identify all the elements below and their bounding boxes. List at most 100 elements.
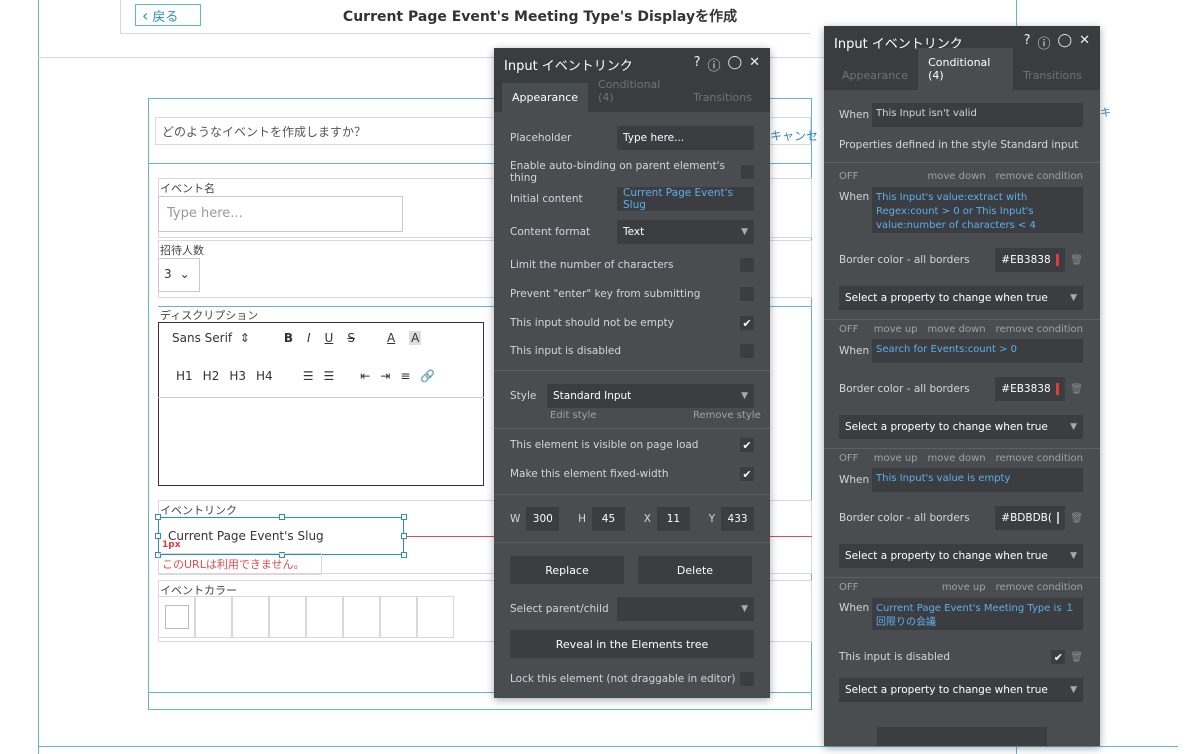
resize-handle-br[interactable] (401, 552, 407, 558)
move-up-link[interactable]: move up (874, 324, 918, 335)
property-select[interactable]: Select a property to change when true ▼ (839, 678, 1083, 702)
tab-appearance[interactable]: Appearance (502, 83, 589, 112)
close-icon[interactable]: ✕ (749, 55, 760, 74)
cancel-link[interactable]: キャンセ (770, 127, 818, 144)
reveal-elements-button[interactable]: Reveal in the Elements tree (510, 630, 754, 658)
condition-expression[interactable]: This Input's value:extract with Regex:co… (872, 187, 1083, 233)
comment-icon[interactable]: ◯ (728, 55, 743, 74)
disabled-checkbox[interactable] (740, 344, 754, 358)
not-empty-checkbox[interactable]: ✔ (740, 316, 754, 330)
tab-conditional[interactable]: Conditional (4) (918, 48, 1014, 90)
condition-expression[interactable]: This Input's value is empty (872, 468, 1083, 492)
move-down-link[interactable]: move down (928, 171, 986, 182)
input-disabled-checkbox[interactable]: ✔ (1051, 650, 1066, 664)
cancel-link-2[interactable]: キ (1100, 104, 1111, 120)
event-link-input[interactable]: Current Page Event's Slug (158, 517, 404, 555)
close-icon[interactable]: ✕ (1079, 33, 1090, 52)
property-select[interactable]: Select a property to change when true ▼ (839, 544, 1083, 568)
height-input[interactable]: 45 (592, 507, 625, 531)
comment-icon[interactable]: ◯ (1058, 33, 1073, 52)
autobind-checkbox[interactable] (740, 165, 754, 179)
replace-button[interactable]: Replace (510, 556, 624, 584)
limit-chars-checkbox[interactable] (740, 258, 754, 272)
visible-checkbox[interactable]: ✔ (740, 438, 754, 452)
tab-transitions[interactable]: Transitions (683, 83, 762, 112)
background-color-button[interactable]: A (409, 331, 422, 345)
underline-button[interactable]: U (325, 331, 334, 345)
info-icon[interactable]: ⓘ (708, 55, 721, 74)
bold-button[interactable]: B (284, 331, 293, 345)
indent-icon[interactable]: ⇥ (380, 369, 390, 383)
conditional-panel[interactable]: Input イベントリンク ? ⓘ ◯ ✕ Appearance Conditi… (824, 26, 1100, 746)
resize-handle-mr[interactable] (401, 533, 407, 539)
trash-icon[interactable]: 🗑 (1070, 652, 1083, 663)
color-swatch[interactable] (380, 596, 417, 638)
trash-icon[interactable]: 🗑 (1070, 255, 1083, 266)
resize-handle-tc[interactable] (279, 514, 285, 520)
condition-expression[interactable]: Search for Events:count > 0 (872, 339, 1083, 363)
width-input[interactable]: 300 (526, 507, 560, 531)
strike-button[interactable]: S (347, 331, 355, 345)
link-icon[interactable]: 🔗 (420, 369, 435, 383)
rich-text-editor[interactable] (158, 322, 484, 486)
color-input[interactable]: #EB3838 (995, 248, 1066, 272)
h2-button[interactable]: H2 (203, 369, 220, 383)
condition-expression[interactable]: This Input isn't valid (872, 103, 1083, 127)
color-input[interactable]: #EB3838 (995, 377, 1066, 401)
back-button[interactable]: ‹ 戻る (135, 4, 201, 26)
x-input[interactable]: 11 (657, 507, 690, 531)
select-parent-select[interactable]: ▼ (617, 597, 754, 621)
remove-condition-link[interactable]: remove condition (996, 582, 1083, 593)
info-icon[interactable]: ⓘ (1038, 33, 1051, 52)
move-up-link[interactable]: move up (942, 582, 986, 593)
trash-icon[interactable]: 🗑 (1070, 384, 1083, 395)
property-select[interactable]: Select a property to change when true ▼ (839, 415, 1083, 439)
h4-button[interactable]: H4 (256, 369, 273, 383)
tab-transitions[interactable]: Transitions (1013, 61, 1092, 90)
italic-button[interactable]: I (307, 331, 311, 345)
move-up-link[interactable]: move up (874, 453, 918, 464)
color-input[interactable]: #BDBDB( (995, 506, 1066, 530)
placeholder-input[interactable]: Type here... (617, 126, 754, 150)
resize-handle-tl[interactable] (155, 514, 161, 520)
fixed-width-checkbox[interactable]: ✔ (740, 467, 754, 481)
property-editor-panel[interactable]: Input イベントリンク ? ⓘ ◯ ✕ Appearance Conditi… (494, 48, 770, 698)
color-swatch[interactable] (232, 596, 269, 638)
event-name-input[interactable]: Type here... (158, 196, 403, 232)
resize-handle-tr[interactable] (401, 514, 407, 520)
delete-button[interactable]: Delete (638, 556, 752, 584)
guest-count-select[interactable]: 3 ⌄ (158, 258, 200, 292)
color-swatch[interactable] (343, 596, 380, 638)
ordered-list-icon[interactable]: ☰ (303, 369, 314, 383)
help-icon[interactable]: ? (1024, 33, 1031, 52)
move-down-link[interactable]: move down (928, 453, 986, 464)
remove-style-link[interactable]: Remove style (693, 410, 761, 421)
outdent-icon[interactable]: ⇤ (360, 369, 370, 383)
content-format-select[interactable]: Text ▼ (617, 220, 754, 244)
h3-button[interactable]: H3 (229, 369, 246, 383)
remove-condition-link[interactable]: remove condition (996, 453, 1083, 464)
property-select[interactable]: Select a property to change when true ▼ (839, 286, 1083, 310)
condition-expression[interactable]: Current Page Event's Meeting Type is １回限… (872, 598, 1083, 630)
remove-condition-link[interactable]: remove condition (996, 171, 1083, 182)
prevent-enter-checkbox[interactable] (740, 287, 754, 301)
text-color-button[interactable]: A (387, 331, 395, 345)
style-select[interactable]: Standard Input ▼ (547, 384, 754, 408)
initial-content-input[interactable]: Current Page Event's Slug (617, 187, 754, 211)
color-swatch[interactable] (306, 596, 343, 638)
align-icon[interactable]: ≡ (400, 369, 410, 383)
tab-appearance[interactable]: Appearance (832, 61, 918, 90)
color-swatch[interactable] (195, 596, 232, 638)
lock-checkbox[interactable] (740, 672, 754, 686)
move-down-link[interactable]: move down (928, 324, 986, 335)
edit-style-link[interactable]: Edit style (550, 410, 597, 421)
resize-handle-ml[interactable] (155, 533, 161, 539)
help-icon[interactable]: ? (694, 55, 701, 74)
define-condition-button[interactable] (877, 727, 1047, 746)
color-swatch[interactable] (158, 596, 195, 638)
color-swatch[interactable] (269, 596, 306, 638)
trash-icon[interactable]: 🗑 (1070, 513, 1083, 524)
font-select[interactable]: Sans Serif ⇕ (172, 331, 250, 345)
tab-conditional[interactable]: Conditional (4) (588, 70, 683, 112)
h1-button[interactable]: H1 (176, 369, 193, 383)
